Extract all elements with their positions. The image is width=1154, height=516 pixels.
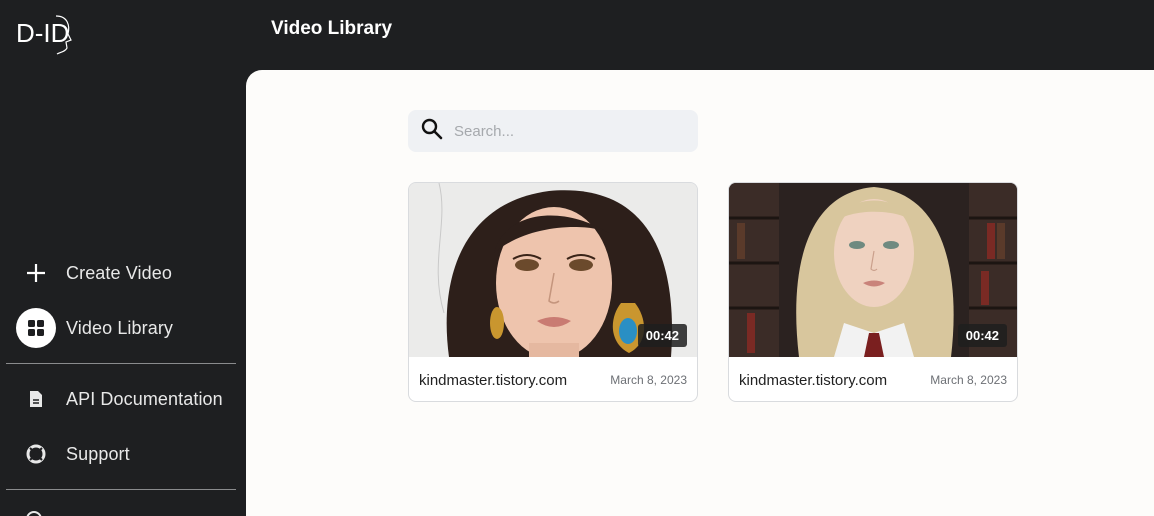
grid-icon	[16, 308, 56, 348]
video-card[interactable]: 00:42 kindmaster.tistory.com March 8, 20…	[728, 182, 1018, 402]
sidebar-item-create-video[interactable]: Create Video	[16, 253, 236, 293]
sidebar-item-label: Create Video	[66, 262, 172, 283]
video-thumbnail[interactable]: 00:42	[729, 183, 1017, 357]
sidebar-item-label: Support	[66, 443, 130, 464]
sidebar-divider	[6, 363, 236, 364]
document-icon	[16, 379, 56, 419]
sidebar-partial-icon	[26, 511, 42, 516]
sidebar-divider	[6, 489, 236, 490]
sidebar-item-api-documentation[interactable]: API Documentation	[16, 379, 236, 419]
video-duration-badge: 00:42	[957, 324, 1007, 347]
video-thumbnail[interactable]: 00:42	[409, 183, 697, 357]
video-date: March 8, 2023	[930, 373, 1007, 387]
video-card-footer: kindmaster.tistory.com March 8, 2023	[409, 357, 697, 401]
page-title: Video Library	[271, 18, 393, 39]
sidebar-item-label: API Documentation	[66, 388, 223, 409]
svg-text:D-ID: D-ID	[16, 18, 69, 48]
video-duration-badge: 00:42	[637, 324, 687, 347]
video-date: March 8, 2023	[610, 373, 687, 387]
sidebar-item-video-library[interactable]: Video Library	[16, 308, 236, 348]
lifebuoy-icon	[16, 434, 56, 474]
main-panel: 00:42 kindmaster.tistory.com March 8, 20…	[246, 70, 1154, 516]
sidebar-item-support[interactable]: Support	[16, 434, 236, 474]
search-input[interactable]	[454, 122, 674, 140]
plus-icon	[16, 253, 56, 293]
search-bar[interactable]	[408, 110, 698, 152]
video-card-footer: kindmaster.tistory.com March 8, 2023	[729, 357, 1017, 401]
d-id-logo[interactable]: D-ID	[16, 12, 72, 58]
video-title: kindmaster.tistory.com	[419, 371, 568, 389]
sidebar: D-ID Create Video Video Library API Docu…	[0, 0, 246, 516]
video-title: kindmaster.tistory.com	[739, 371, 888, 389]
sidebar-item-label: Video Library	[66, 317, 174, 338]
search-icon	[420, 117, 444, 146]
video-card[interactable]: 00:42 kindmaster.tistory.com March 8, 20…	[408, 182, 698, 402]
